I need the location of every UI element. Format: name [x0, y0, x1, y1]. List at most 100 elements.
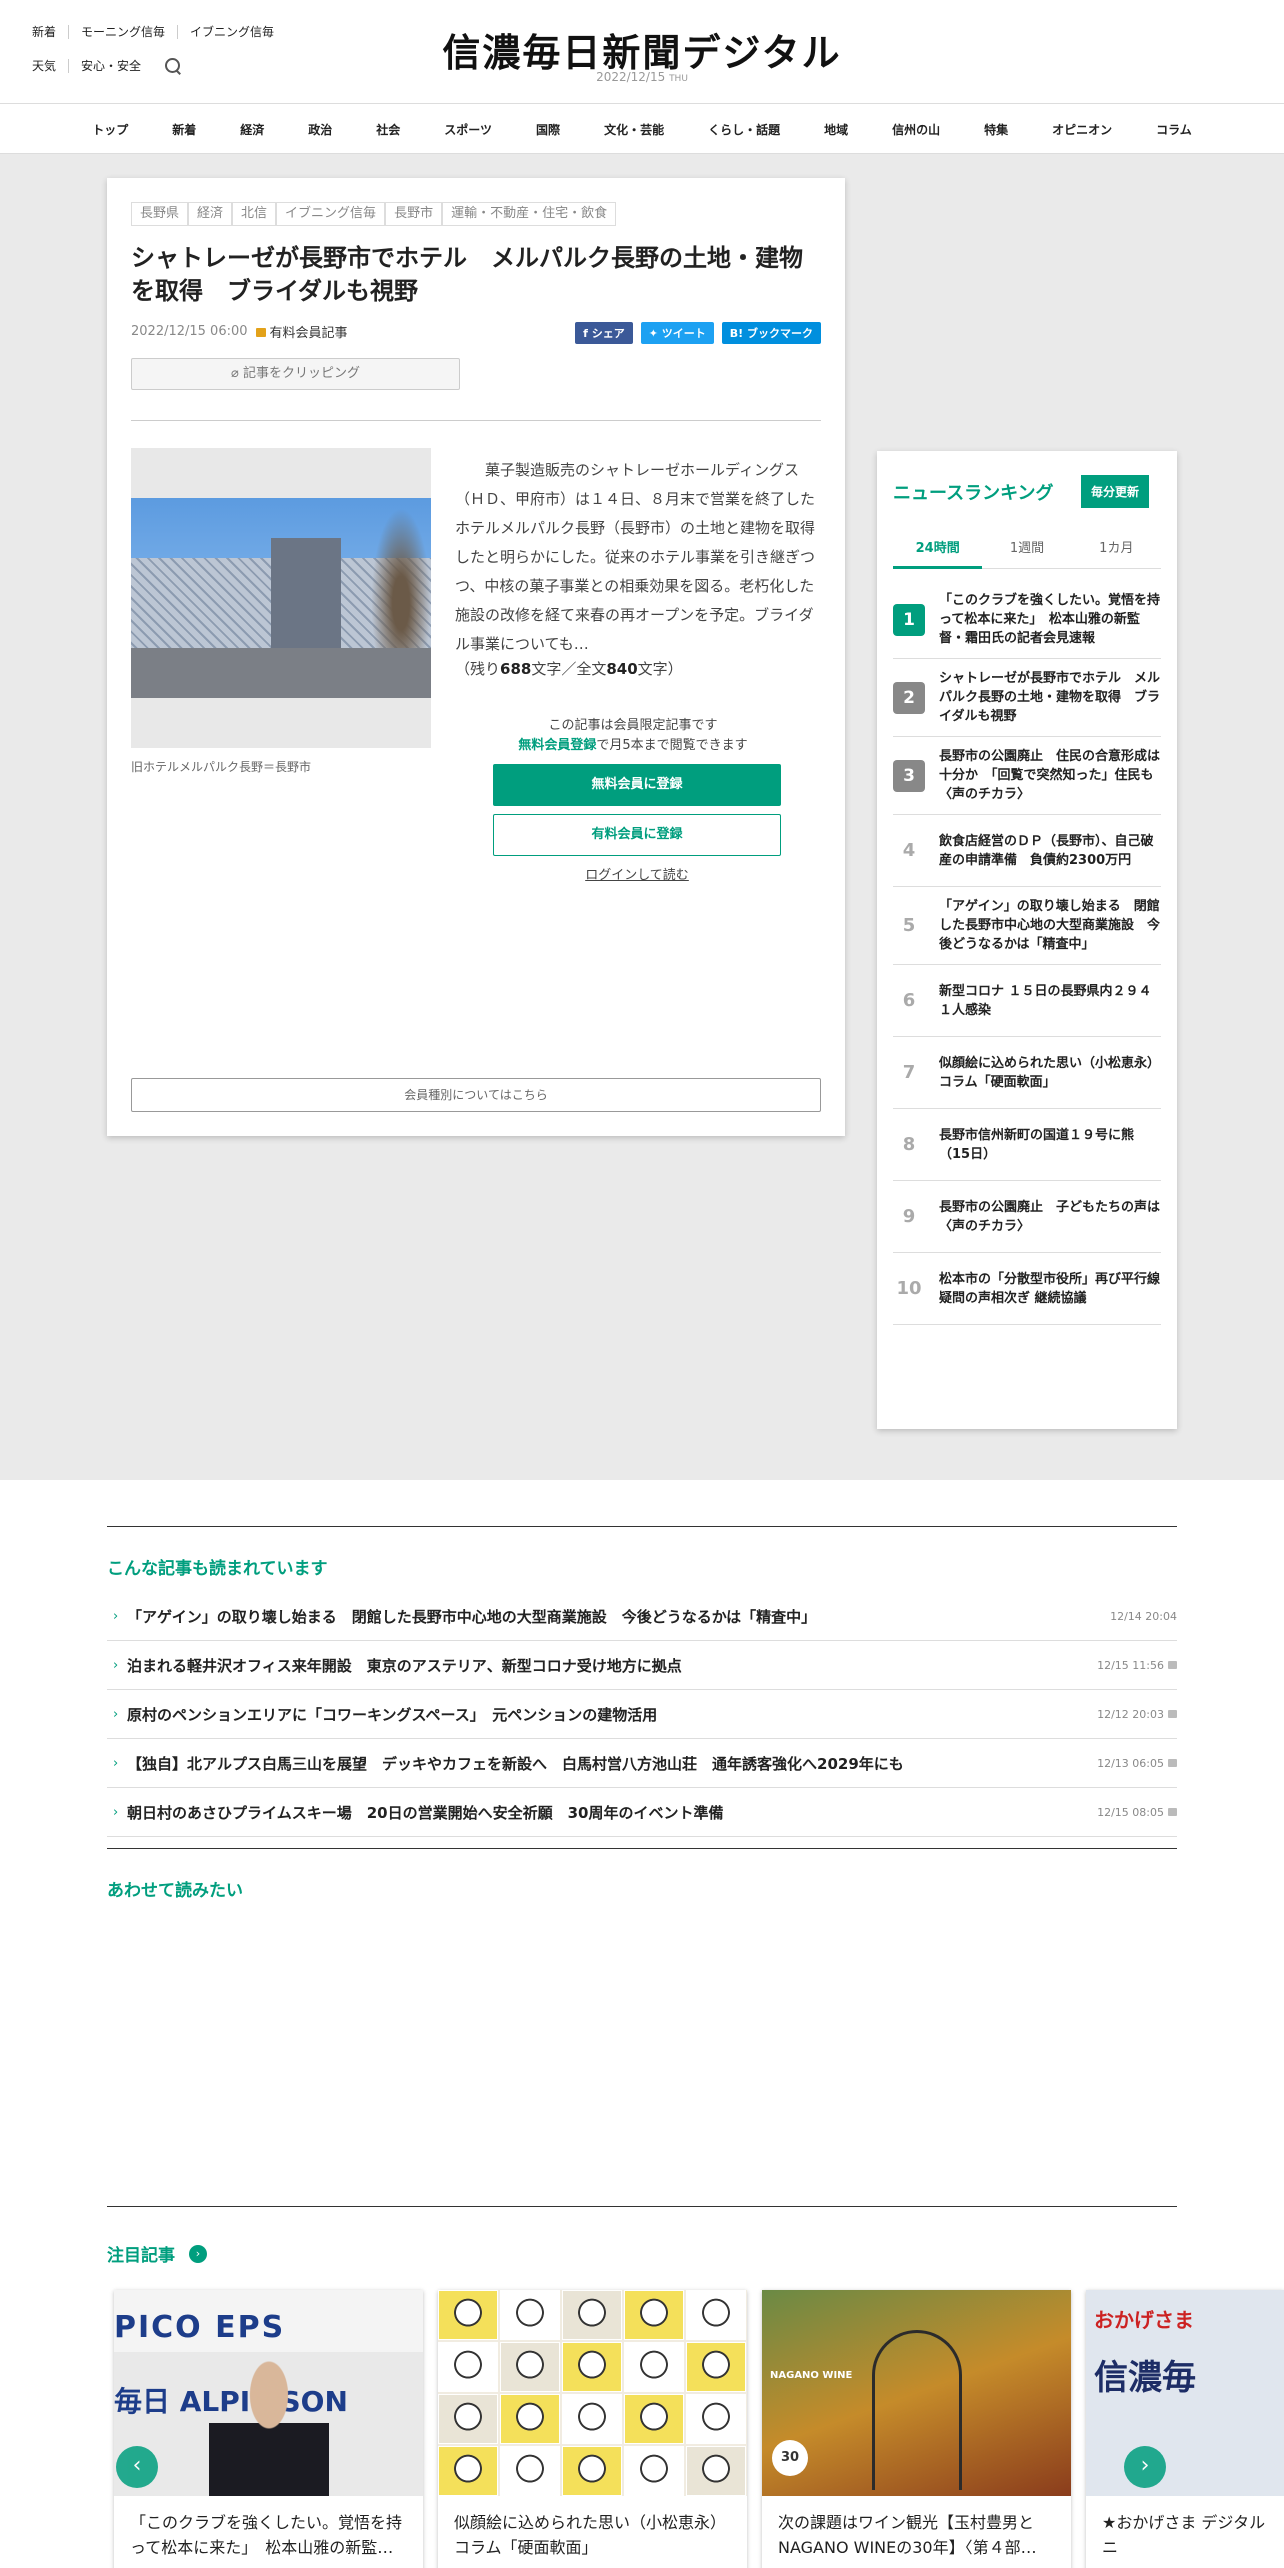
tag[interactable]: 運輸・不動産・住宅・飲食: [442, 202, 617, 226]
list-item-title: 原村のペンションエリアに「コワーキングスペース」 元ペンションの建物活用: [127, 1705, 658, 1724]
rank-number: 2: [893, 681, 925, 714]
divider: [107, 2206, 1177, 2207]
list-item-title: 【独自】北アルプス白馬三山を展望 デッキやカフェを新設へ 白馬村営八方池山荘 通…: [127, 1754, 904, 1773]
ranking-item[interactable]: 5 「アゲイン」の取り壊し始まる 閉館した長野市中心地の大型商業施設 今後どうなる…: [893, 887, 1161, 965]
tag[interactable]: 経済: [188, 202, 233, 226]
chevron-right-icon: ›: [113, 1706, 119, 1722]
tag[interactable]: イブニング信毎: [276, 202, 386, 226]
nav-society[interactable]: 社会: [354, 121, 422, 138]
ranking-item[interactable]: 6 新型コロナ １５日の長野県内２９４１人感染: [893, 965, 1161, 1037]
article-card: 長野県 経済 北信 イブニング信毎 長野市 運輸・不動産・住宅・飲食 シャトレー…: [107, 178, 845, 1136]
free-register-link[interactable]: 無料会員登録: [518, 738, 596, 753]
featured-title: 注目記事: [107, 2246, 175, 2266]
ranking-item[interactable]: 10 松本市の「分散型市役所」再び平行線 疑問の声相次ぎ 継続協議: [893, 1253, 1173, 1325]
list-item-date: 12/13 06:05: [1097, 1756, 1164, 1770]
ranking-item[interactable]: 1 「このクラブを強くしたい。覚悟を持って松本に来た」 松本山雅の新監督・霜田氏の…: [893, 581, 1161, 659]
nav-life[interactable]: くらし・話題: [686, 121, 802, 138]
featured-image: [438, 2290, 747, 2496]
rank-headline: 長野市の公園廃止 住民の合意形成は十分か 「回覧で突然知った」住民も〈声のチカラ…: [939, 749, 1161, 802]
facebook-share-button[interactable]: f シェア: [575, 322, 633, 344]
tab-1month[interactable]: 1カ月: [1072, 537, 1161, 568]
lock-icon: [1168, 1710, 1177, 1718]
ranking-item[interactable]: 3 長野市の公園廃止 住民の合意形成は十分か 「回覧で突然知った」住民も〈声のチカ…: [893, 737, 1161, 815]
article-photo[interactable]: [131, 448, 431, 748]
list-item[interactable]: › 朝日村のあさひプライムスキー場 20日の営業開始へ安全祈願 30周年のイベント…: [107, 1788, 1177, 1837]
article-datetime: 2022/12/15 06:00: [131, 324, 248, 339]
list-item[interactable]: › 原村のペンションエリアに「コワーキングスペース」 元ペンションの建物活用 12/…: [107, 1690, 1177, 1739]
list-item-date: 12/14 20:04: [1110, 1609, 1177, 1623]
nav-opinion[interactable]: オピニオン: [1030, 121, 1134, 138]
tab-24h[interactable]: 24時間: [893, 537, 983, 569]
nav-region[interactable]: 地域: [802, 121, 870, 138]
update-badge: 毎分更新: [1080, 475, 1149, 508]
twitter-share-button[interactable]: ✦ ツイート: [640, 322, 714, 344]
article-title: シャトレーゼが長野市でホテル メルパルク長野の土地・建物を取得 ブライダルも視野: [131, 244, 803, 305]
site-logo[interactable]: 信濃毎日新聞デジタル: [0, 22, 1284, 77]
chevron-right-icon: ›: [113, 1608, 119, 1624]
featured-card-title: 次の課題はワイン観光【玉村豊男とNAGANO WINEの30年】〈第４部…: [778, 2513, 1037, 2557]
carousel-prev-button[interactable]: ‹: [116, 2446, 158, 2488]
ranking-tabs: 24時間 1週間 1カ月: [893, 537, 1161, 569]
also-read-title: こんな記事も読まれています: [107, 1559, 328, 1579]
tag[interactable]: 長野市: [385, 202, 443, 226]
featured-image: PICO EPS 毎日 ALPI PSON: [114, 2290, 423, 2496]
free-register-button[interactable]: 無料会員に登録: [493, 764, 781, 806]
member-types-button[interactable]: 会員種別についてはこちら: [131, 1078, 821, 1112]
tag[interactable]: 長野県: [131, 202, 189, 226]
list-item-date: 12/15 08:05: [1097, 1805, 1164, 1819]
nav-culture[interactable]: 文化・芸能: [582, 121, 686, 138]
carousel-next-button[interactable]: ›: [1124, 2446, 1166, 2488]
hatena-bookmark-button[interactable]: B! ブックマーク: [721, 322, 821, 344]
chevron-right-icon: ›: [113, 1755, 119, 1771]
lock-icon: [1168, 1808, 1177, 1816]
featured-card[interactable]: 似顔絵に込められた思い（小松恵永）コラム「硬面軟面」: [438, 2290, 747, 2568]
ranking-item[interactable]: 7 似顔絵に込められた思い（小松恵永）コラム「硬面軟面」: [893, 1037, 1161, 1109]
nav-economy[interactable]: 経済: [218, 121, 286, 138]
nav-international[interactable]: 国際: [514, 121, 582, 138]
lock-icon: [1168, 1661, 1177, 1669]
featured-card[interactable]: NAGANO WINE 30 次の課題はワイン観光【玉村豊男とNAGANO WI…: [762, 2290, 1071, 2568]
lock-icon: [255, 328, 266, 337]
ranking-item[interactable]: 2 シャトレーゼが長野市でホテル メルパルク長野の土地・建物を取得 ブライダルも視…: [893, 659, 1161, 737]
list-item[interactable]: › 「アゲイン」の取り壊し始まる 閉館した長野市中心地の大型商業施設 今後どうなる…: [107, 1592, 1177, 1641]
rank-number: 10: [896, 1277, 922, 1299]
clip-button[interactable]: ⌀ 記事をクリッピング: [131, 358, 460, 390]
paid-label: 有料会員記事: [269, 326, 348, 341]
paperclip-icon: ⌀: [231, 366, 239, 381]
nav-sports[interactable]: スポーツ: [422, 121, 514, 138]
rank-number: 1: [893, 603, 925, 636]
list-item-title: 朝日村のあさひプライムスキー場 20日の営業開始へ安全祈願 30周年のイベント準…: [127, 1803, 724, 1822]
list-item[interactable]: › 泊まれる軽井沢オフィス来年開設 東京のアステリア、新型コロナ受け地方に拠点 12…: [107, 1641, 1177, 1690]
featured-image: NAGANO WINE 30: [762, 2290, 1071, 2496]
also-read-list: › 「アゲイン」の取り壊し始まる 閉館した長野市中心地の大型商業施設 今後どうなる…: [107, 1592, 1177, 1837]
divider: [107, 1848, 1177, 1849]
lock-icon: [1168, 1759, 1177, 1767]
rank-headline: シャトレーゼが長野市でホテル メルパルク長野の土地・建物を取得 ブライダルも視野: [939, 671, 1161, 724]
ranking-item[interactable]: 9 長野市の公園廃止 子どもたちの声は〈声のチカラ〉: [893, 1181, 1161, 1253]
tab-1week[interactable]: 1週間: [982, 537, 1071, 568]
list-item[interactable]: › 【独自】北アルプス白馬三山を展望 デッキやカフェを新設へ 白馬村営八方池山荘 …: [107, 1739, 1177, 1788]
nav-special[interactable]: 特集: [962, 121, 1030, 138]
nav-column[interactable]: コラム: [1134, 121, 1214, 138]
ranking-item[interactable]: 4 飲食店経営のＤＰ（長野市）、自己破産の申請準備 負債約2300万円: [893, 815, 1161, 887]
rank-headline: 長野市信州新町の国道１９号に熊（15日）: [939, 1127, 1135, 1162]
nav-politics[interactable]: 政治: [286, 121, 354, 138]
featured-header[interactable]: 注目記事 ›: [107, 2241, 207, 2266]
featured-card[interactable]: PICO EPS 毎日 ALPI PSON 「このクラブを強くしたい。覚悟を持っ…: [114, 2290, 423, 2568]
nav-new[interactable]: 新着: [150, 121, 218, 138]
remaining-count: （残り688文字／全文840文字）: [455, 660, 683, 678]
rank-number: 4: [902, 839, 916, 861]
nav-mountains[interactable]: 信州の山: [870, 121, 962, 138]
tag[interactable]: 北信: [232, 202, 277, 226]
login-link[interactable]: ログインして読む: [493, 864, 781, 883]
featured-card-title: 似顔絵に込められた思い（小松恵永）コラム「硬面軟面」: [454, 2513, 727, 2557]
list-item-date: 12/15 11:56: [1097, 1658, 1164, 1672]
rank-headline: 飲食店経営のＤＰ（長野市）、自己破産の申請準備 負債約2300万円: [939, 833, 1154, 868]
members-note: この記事は会員限定記事です 無料会員登録で月5本まで閲覧できます: [518, 718, 748, 753]
paid-register-button[interactable]: 有料会員に登録: [493, 814, 781, 856]
ranking-item[interactable]: 8 長野市信州新町の国道１９号に熊（15日）: [893, 1109, 1161, 1181]
featured-card[interactable]: おかげさま 信濃毎 ★おかげさま デジタルニ: [1086, 2290, 1284, 2568]
nav-top[interactable]: トップ: [70, 121, 150, 138]
arrow-right-circle-icon[interactable]: ›: [189, 2244, 207, 2263]
header-date: 2022/12/15 THU: [596, 70, 688, 84]
